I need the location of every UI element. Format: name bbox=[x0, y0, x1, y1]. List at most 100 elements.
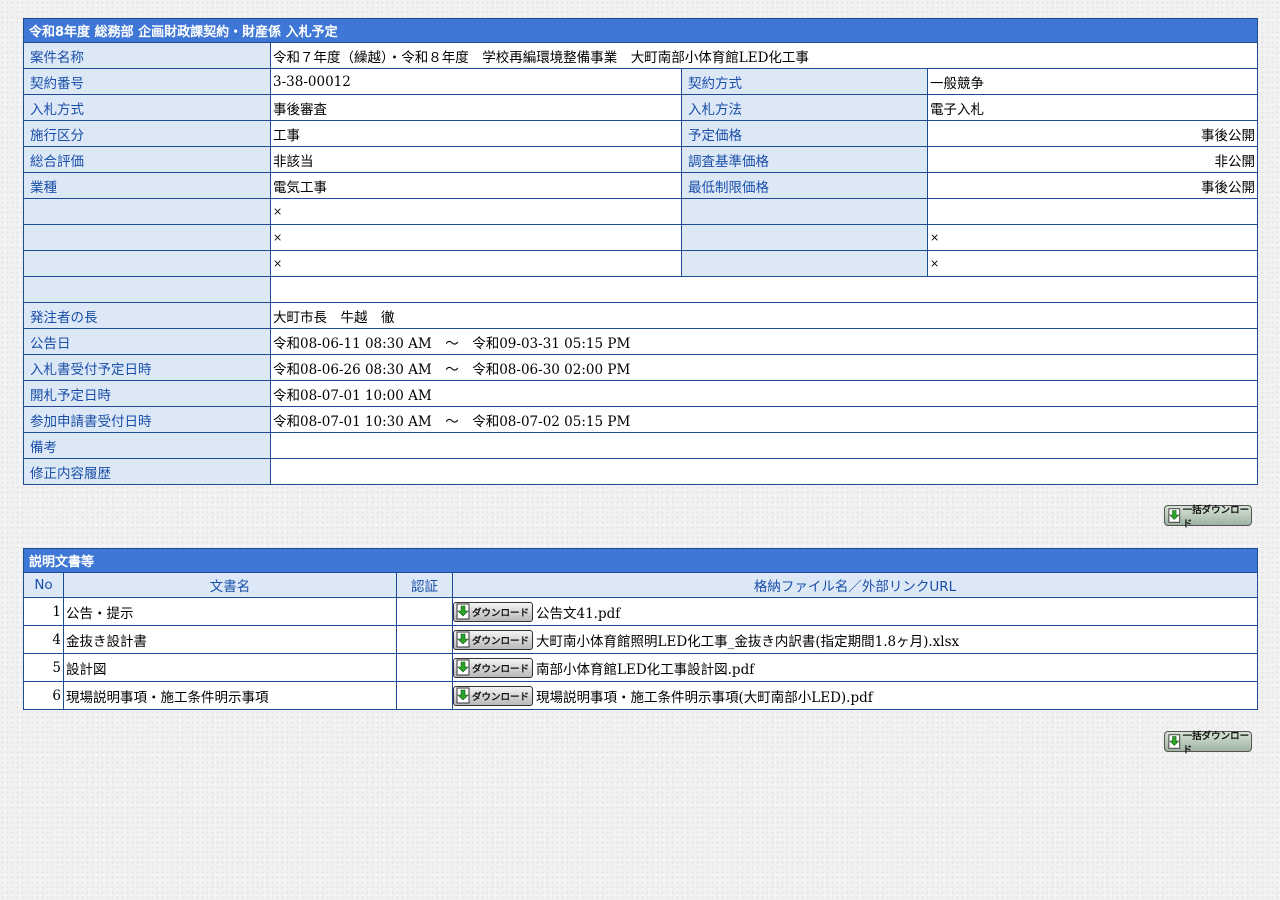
docs-title: 説明文書等 bbox=[22, 548, 1259, 573]
remarks-value bbox=[270, 432, 1258, 459]
application-value: 令和08-07-01 10:30 AM ～ 令和08-07-02 05:15 P… bbox=[270, 406, 1258, 433]
contract-no-label: 契約番号 bbox=[23, 68, 271, 95]
download-button[interactable]: ダウンロード bbox=[453, 657, 533, 678]
planned-price-label: 予定価格 bbox=[681, 120, 928, 147]
col-no-header: No bbox=[23, 572, 64, 598]
doc-auth bbox=[396, 653, 453, 682]
blank-row-left: × bbox=[270, 250, 682, 277]
min-price-label: 最低制限価格 bbox=[681, 172, 928, 199]
download-label: ダウンロード bbox=[472, 691, 530, 703]
doc-no: 5 bbox=[23, 653, 64, 682]
download-button[interactable]: ダウンロード bbox=[453, 685, 533, 706]
work-class-value: 工事 bbox=[270, 120, 682, 147]
doc-no: 6 bbox=[23, 681, 64, 710]
doc-no: 1 bbox=[23, 597, 64, 626]
file-name: 公告文41.pdf bbox=[536, 605, 621, 622]
blank-label bbox=[23, 198, 271, 225]
bulk-download-button[interactable]: 一括ダウンロード bbox=[1164, 731, 1252, 756]
doc-name: 金抜き設計書 bbox=[63, 625, 397, 654]
blank-label bbox=[681, 250, 928, 277]
file-name: 大町南小体育館照明LED化工事_金抜き内訳書(指定期間1.8ヶ月).xlsx bbox=[536, 633, 960, 650]
history-label: 修正内容履歴 bbox=[23, 458, 271, 485]
download-arrow-icon bbox=[1168, 734, 1181, 749]
download-label: ダウンロード bbox=[472, 635, 530, 647]
download-arrow-icon bbox=[456, 687, 470, 704]
industry-value: 電気工事 bbox=[270, 172, 682, 199]
download-arrow-icon bbox=[1168, 508, 1181, 523]
min-price-value: 事後公開 bbox=[927, 172, 1258, 199]
bulk-download-label: 一括ダウンロード bbox=[1182, 504, 1250, 530]
blank-row-right: × bbox=[927, 224, 1258, 251]
bid-type-label: 入札方式 bbox=[23, 94, 271, 121]
table-row: 4 金抜き設計書 ダウンロード 大町南小体育館照明LED化工事_金抜き内訳書(指… bbox=[23, 625, 1259, 654]
overall-eval-label: 総合評価 bbox=[23, 146, 271, 173]
survey-price-label: 調査基準価格 bbox=[681, 146, 928, 173]
survey-price-value: 非公開 bbox=[927, 146, 1258, 173]
bulk-download-label: 一括ダウンロード bbox=[1182, 730, 1250, 756]
download-label: ダウンロード bbox=[472, 663, 530, 675]
history-value bbox=[270, 458, 1258, 485]
contract-no-value: 3-38-00012 bbox=[270, 68, 682, 95]
doc-file-cell: ダウンロード 大町南小体育館照明LED化工事_金抜き内訳書(指定期間1.8ヶ月)… bbox=[451, 625, 1259, 654]
doc-name: 設計図 bbox=[63, 653, 397, 682]
bulk-download-button[interactable]: 一括ダウンロード bbox=[1164, 505, 1252, 530]
table-row: 6 現場説明事項・施工条件明示事項 ダウンロード 現場説明事項・施工条件明示事項… bbox=[23, 681, 1259, 710]
overall-eval-value: 非該当 bbox=[270, 146, 682, 173]
blank-value bbox=[270, 276, 1258, 303]
application-label: 参加申請書受付日時 bbox=[23, 406, 271, 433]
notice-date-value: 令和08-06-11 08:30 AM ～ 令和09-03-31 05:15 P… bbox=[270, 328, 1258, 355]
doc-auth bbox=[396, 597, 453, 626]
industry-label: 業種 bbox=[23, 172, 271, 199]
bid-plan-table: 令和8年度 総務部 企画財政課契約・財産係 入札予定 案件名称 令和７年度（繰越… bbox=[23, 18, 1258, 485]
blank-label bbox=[681, 224, 928, 251]
col-auth-header: 認証 bbox=[396, 572, 453, 598]
file-name: 南部小体育館LED化工事設計図.pdf bbox=[536, 661, 755, 678]
contract-method-value: 一般競争 bbox=[927, 68, 1258, 95]
download-label: ダウンロード bbox=[472, 607, 530, 619]
remarks-label: 備考 bbox=[23, 432, 271, 459]
blank-label bbox=[23, 250, 271, 277]
blank-row-left: × bbox=[270, 224, 682, 251]
col-file-header: 格納ファイル名／外部リンクURL bbox=[451, 572, 1259, 598]
plan-title: 令和8年度 総務部 企画財政課契約・財産係 入札予定 bbox=[23, 18, 1258, 43]
blank-label bbox=[23, 224, 271, 251]
bid-type-value: 事後審査 bbox=[270, 94, 682, 121]
bid-method-label: 入札方法 bbox=[681, 94, 928, 121]
download-button[interactable]: ダウンロード bbox=[453, 601, 533, 622]
bid-accept-label: 入札書受付予定日時 bbox=[23, 354, 271, 381]
download-arrow-icon bbox=[456, 631, 470, 648]
doc-auth bbox=[396, 625, 453, 654]
blank-row-right bbox=[927, 198, 1258, 225]
docs-table: 説明文書等 No 文書名 認証 格納ファイル名／外部リンクURL 1 公告・提示… bbox=[22, 548, 1259, 710]
work-class-label: 施行区分 bbox=[23, 120, 271, 147]
doc-name: 公告・提示 bbox=[63, 597, 397, 626]
case-name-value: 令和７年度（繰越）・令和８年度 学校再編環境整備事業 大町南部小体育館LED化工… bbox=[270, 42, 1258, 69]
case-name-label: 案件名称 bbox=[23, 42, 271, 69]
doc-file-cell: ダウンロード 公告文41.pdf bbox=[451, 597, 1259, 626]
blank-row-right: × bbox=[927, 250, 1258, 277]
planned-price-value: 事後公開 bbox=[927, 120, 1258, 147]
doc-no: 4 bbox=[23, 625, 64, 654]
table-row: 1 公告・提示 ダウンロード 公告文41.pdf bbox=[23, 597, 1259, 626]
file-name: 現場説明事項・施工条件明示事項(大町南部小LED).pdf bbox=[536, 689, 873, 706]
download-arrow-icon bbox=[456, 659, 470, 676]
download-button[interactable]: ダウンロード bbox=[453, 629, 533, 650]
contract-method-label: 契約方式 bbox=[681, 68, 928, 95]
blank-label bbox=[681, 198, 928, 225]
doc-name: 現場説明事項・施工条件明示事項 bbox=[63, 681, 397, 710]
doc-file-cell: ダウンロード 南部小体育館LED化工事設計図.pdf bbox=[451, 653, 1259, 682]
blank-row-left: × bbox=[270, 198, 682, 225]
opening-value: 令和08-07-01 10:00 AM bbox=[270, 380, 1258, 407]
download-arrow-icon bbox=[456, 603, 470, 620]
doc-file-cell: ダウンロード 現場説明事項・施工条件明示事項(大町南部小LED).pdf bbox=[451, 681, 1259, 710]
col-name-header: 文書名 bbox=[63, 572, 397, 598]
bid-method-value: 電子入札 bbox=[927, 94, 1258, 121]
bid-accept-value: 令和08-06-26 08:30 AM ～ 令和08-06-30 02:00 P… bbox=[270, 354, 1258, 381]
blank-label bbox=[23, 276, 271, 303]
table-row: 5 設計図 ダウンロード 南部小体育館LED化工事設計図.pdf bbox=[23, 653, 1259, 682]
doc-auth bbox=[396, 681, 453, 710]
notice-date-label: 公告日 bbox=[23, 328, 271, 355]
opening-label: 開札予定日時 bbox=[23, 380, 271, 407]
orderer-label: 発注者の長 bbox=[23, 302, 271, 329]
orderer-value: 大町市長 牛越 徹 bbox=[270, 302, 1258, 329]
